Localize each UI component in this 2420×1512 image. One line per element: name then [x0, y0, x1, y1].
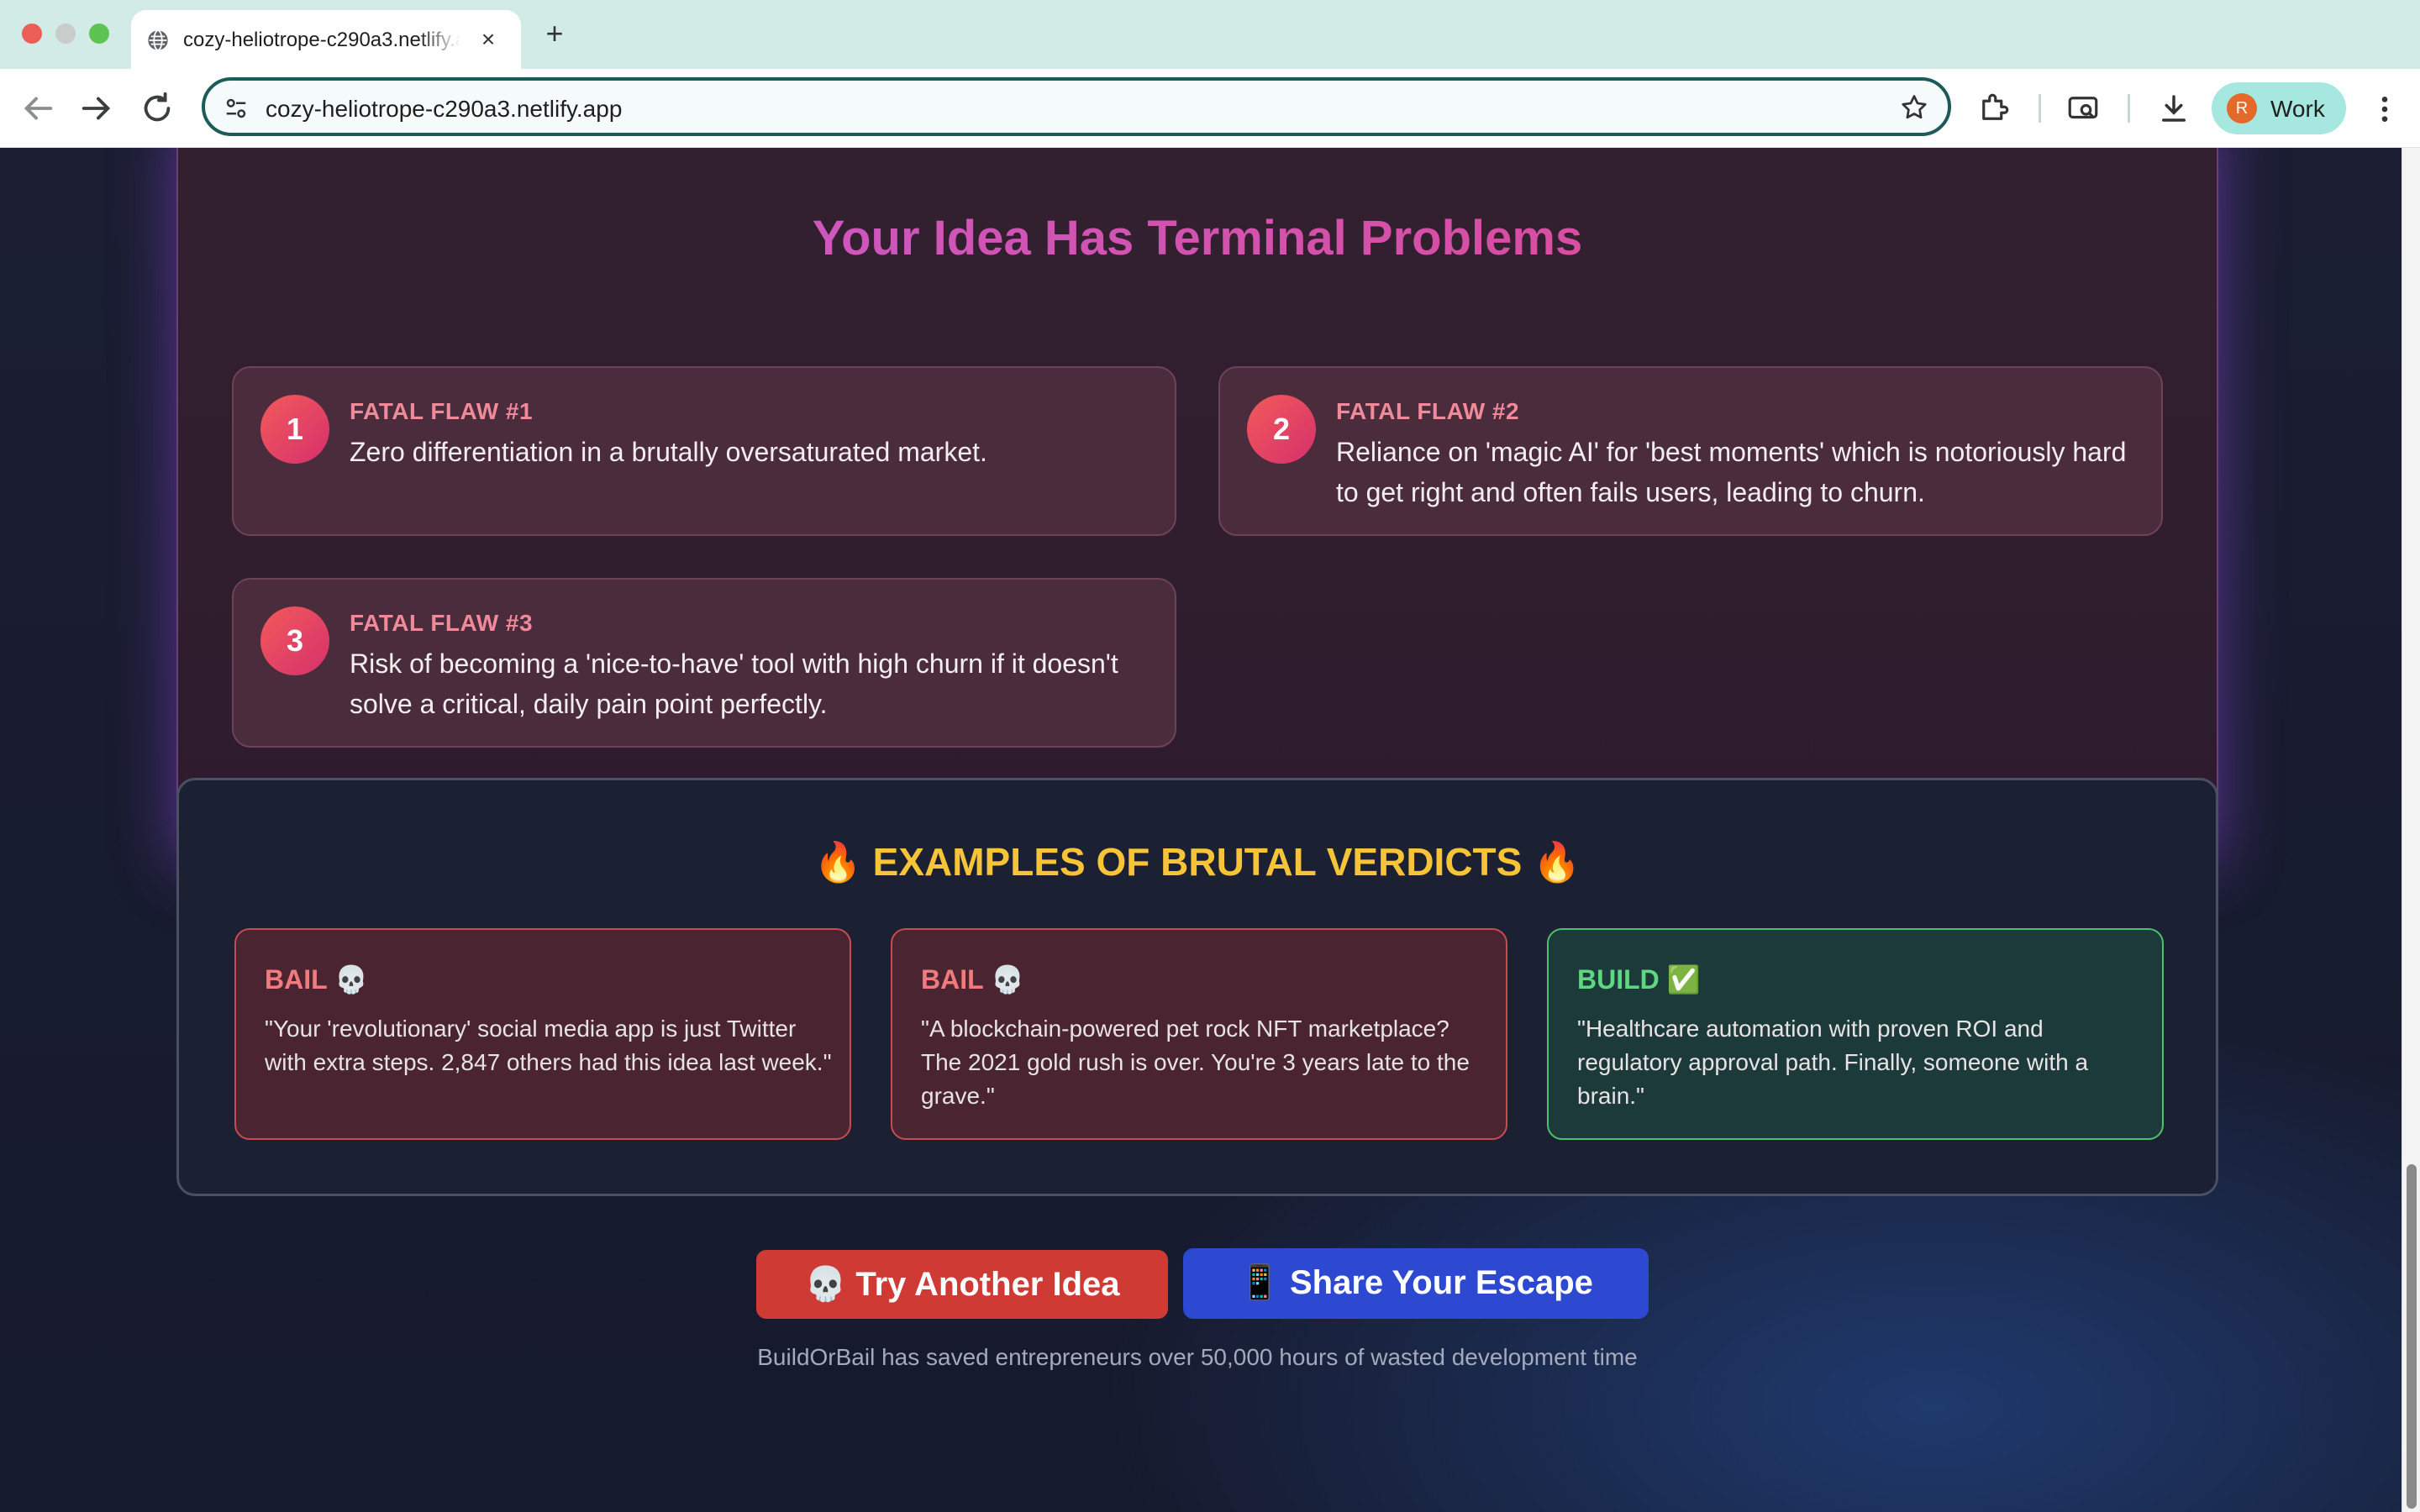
- tab-close-icon[interactable]: ×: [476, 27, 501, 52]
- reload-icon[interactable]: [138, 89, 176, 128]
- scrollbar-thumb[interactable]: [2407, 1164, 2417, 1509]
- share-your-escape-button[interactable]: 📱 Share Your Escape: [1183, 1248, 1649, 1319]
- bookmark-star-icon[interactable]: [1899, 92, 1929, 123]
- forward-arrow-icon[interactable]: [77, 89, 116, 128]
- window-minimize-button[interactable]: [55, 24, 76, 44]
- problems-heading: Your Idea Has Terminal Problems: [178, 210, 2217, 266]
- download-icon[interactable]: [2156, 91, 2191, 126]
- flaw-label: FATAL FLAW #3: [350, 610, 534, 636]
- extensions-puzzle-icon[interactable]: [1976, 91, 2012, 126]
- browser-tab-strip: cozy-heliotrope-c290a3.netlify.app × +: [0, 0, 2420, 69]
- back-arrow-icon[interactable]: [18, 89, 57, 128]
- verdict-card-bail: BAIL 💀 "A blockchain-powered pet rock NF…: [891, 928, 1507, 1140]
- flaw-label: FATAL FLAW #2: [1336, 398, 1520, 424]
- verdict-label: BAIL 💀: [265, 964, 368, 995]
- profile-label: Work: [2270, 96, 2325, 122]
- tab-title: cozy-heliotrope-c290a3.netlify.app: [183, 29, 460, 51]
- browser-toolbar: cozy-heliotrope-c290a3.netlify.app R Wor…: [0, 69, 2420, 148]
- try-another-idea-button[interactable]: 💀 Try Another Idea: [756, 1250, 1168, 1319]
- verdict-card-build: BUILD ✅ "Healthcare automation with prov…: [1547, 928, 2164, 1140]
- verdict-quote: "Your 'revolutionary' social media app i…: [265, 1016, 832, 1075]
- flaw-number-badge: 1: [260, 395, 329, 464]
- fatal-flaw-card: 1 FATAL FLAW #1 Zero differentiation in …: [232, 366, 1176, 536]
- fatal-flaw-card: 2 FATAL FLAW #2 Reliance on 'magic AI' f…: [1218, 366, 2163, 536]
- flaw-label: FATAL FLAW #1: [350, 398, 534, 424]
- window-close-button[interactable]: [22, 24, 42, 44]
- toolbar-divider: [2128, 94, 2130, 123]
- page-scrollbar[interactable]: [2402, 148, 2420, 1512]
- avatar: R: [2227, 93, 2257, 123]
- page-viewport: Your Idea Has Terminal Problems 1 FATAL …: [0, 148, 2420, 1512]
- verdict-quote: "Healthcare automation with proven ROI a…: [1577, 1016, 2089, 1109]
- examples-heading: 🔥 EXAMPLES OF BRUTAL VERDICTS 🔥: [813, 840, 1581, 884]
- browser-tab-active[interactable]: cozy-heliotrope-c290a3.netlify.app ×: [131, 10, 521, 69]
- toolbar-divider: [2039, 94, 2041, 123]
- verdict-label: BUILD ✅: [1577, 964, 1701, 995]
- profile-button[interactable]: R Work: [2212, 82, 2346, 134]
- flaw-description: Zero differentiation in a brutally overs…: [350, 437, 987, 467]
- more-menu-icon[interactable]: [2368, 91, 2402, 128]
- terminal-problems-card: Your Idea Has Terminal Problems 1 FATAL …: [176, 148, 2218, 869]
- window-maximize-button[interactable]: [89, 24, 109, 44]
- globe-icon: [148, 29, 168, 51]
- verdict-card-bail: BAIL 💀 "Your 'revolutionary' social medi…: [234, 928, 851, 1140]
- site-info-icon[interactable]: [222, 96, 250, 121]
- verdict-label: BAIL 💀: [921, 964, 1024, 995]
- search-page-icon[interactable]: [2065, 91, 2101, 126]
- address-bar[interactable]: cozy-heliotrope-c290a3.netlify.app: [202, 77, 1951, 136]
- verdict-quote: "A blockchain-powered pet rock NFT marke…: [921, 1016, 1470, 1109]
- flaw-description: Risk of becoming a 'nice-to-have' tool w…: [350, 648, 1118, 719]
- flaw-number-badge: 3: [260, 606, 329, 675]
- footer-stat-text: BuildOrBail has saved entrepreneurs over…: [757, 1344, 1638, 1370]
- fatal-flaw-card: 3 FATAL FLAW #3 Risk of becoming a 'nice…: [232, 578, 1176, 748]
- new-tab-button[interactable]: +: [538, 17, 571, 50]
- flaw-description: Reliance on 'magic AI' for 'best moments…: [1336, 437, 2127, 507]
- examples-card: 🔥 EXAMPLES OF BRUTAL VERDICTS 🔥 BAIL 💀 "…: [176, 778, 2218, 1196]
- flaw-number-badge: 2: [1247, 395, 1316, 464]
- url-text: cozy-heliotrope-c290a3.netlify.app: [266, 96, 623, 122]
